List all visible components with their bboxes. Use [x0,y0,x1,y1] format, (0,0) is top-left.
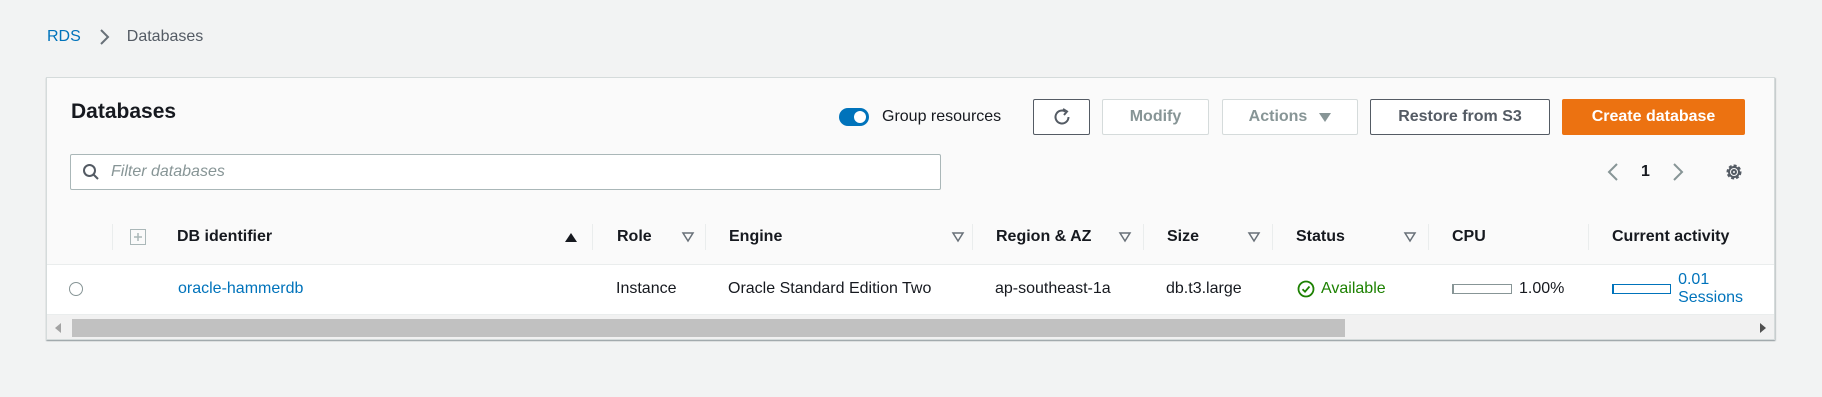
actions-label: Actions [1248,108,1308,125]
column-header-role[interactable]: Role [617,209,707,264]
chevron-right-icon [1673,163,1684,181]
panel-title: Databases [71,100,177,123]
column-label: Current activity [1612,227,1730,245]
column-divider [705,224,706,250]
current-activity-link[interactable]: 0.01 Sessions [1678,271,1774,307]
breadcrumb: RDS Databases [47,28,203,46]
scrollbar-thumb[interactable] [72,319,1345,337]
row-select-radio[interactable] [69,282,83,296]
gear-icon [1726,164,1742,180]
row-select-cell [69,265,99,313]
table-header: DB identifier Role Engine Region & AZ Si… [47,209,1774,265]
panel-header: Databases Group resources Modify Actions… [47,78,1774,210]
scroll-left-arrow-icon[interactable] [55,323,61,333]
db-identifier-link[interactable]: oracle-hammerdb [178,280,303,298]
sort-icon[interactable] [1247,230,1261,244]
breadcrumb-rds-link[interactable]: RDS [47,28,81,46]
sort-icon[interactable] [1403,230,1417,244]
cell-role: Instance [616,280,677,297]
restore-from-s3-button[interactable]: Restore from S3 [1370,99,1550,135]
column-divider [112,224,113,250]
group-resources-toggle[interactable] [839,108,869,126]
caret-down-icon [1319,112,1332,122]
cpu-value: 1.00% [1519,280,1565,297]
next-page-button[interactable] [1667,161,1689,183]
databases-panel: Databases Group resources Modify Actions… [46,77,1775,340]
column-label: Role [617,227,652,245]
cell-status: Available [1297,265,1427,313]
cpu-usage-bar [1452,284,1512,294]
column-divider [1143,224,1144,250]
column-label: Status [1296,227,1345,245]
table-preferences-button[interactable] [1723,161,1745,183]
column-header-db-identifier[interactable]: DB identifier [177,209,590,264]
expand-all-icon[interactable] [130,228,146,245]
column-divider [972,224,973,250]
sort-icon[interactable] [951,230,965,244]
column-divider [1588,224,1589,250]
group-resources-toggle-wrap: Group resources [839,108,1001,126]
cpu-usage-fill [1453,285,1454,293]
column-header-status[interactable]: Status [1296,209,1429,264]
expand-all-cell [130,209,160,264]
column-label: CPU [1452,227,1486,245]
create-database-button[interactable]: Create database [1562,99,1745,135]
search-icon [83,164,99,180]
column-divider [1428,224,1429,250]
column-header-cpu[interactable]: CPU [1452,209,1587,264]
column-divider [592,224,593,250]
cell-cpu: 1.00% [1452,265,1587,313]
status-text: Available [1321,280,1386,297]
column-label: Region & AZ [996,227,1092,245]
rds-databases-page: RDS Databases Databases Group resources … [0,0,1822,397]
previous-page-button[interactable] [1602,161,1624,183]
sort-ascending-icon[interactable] [564,230,578,244]
refresh-icon [1054,108,1069,125]
chevron-right-icon [100,29,110,45]
modify-button[interactable]: Modify [1102,99,1209,135]
refresh-button[interactable] [1033,99,1090,135]
cell-current-activity: 0.01 Sessions [1612,265,1774,313]
pagination: 1 [1602,156,1745,188]
column-label: DB identifier [177,227,273,245]
column-label: Engine [729,227,783,245]
cell-region-az: ap-southeast-1a [995,280,1111,297]
column-divider [1272,224,1273,250]
column-label: Size [1167,227,1200,245]
activity-fill [1613,285,1614,293]
scroll-right-arrow-icon[interactable] [1760,323,1766,333]
check-circle-icon [1297,280,1315,298]
chevron-left-icon [1607,163,1618,181]
sort-icon[interactable] [681,230,695,244]
current-page-number[interactable]: 1 [1641,163,1650,181]
column-header-size[interactable]: Size [1167,209,1273,264]
cell-engine: Oracle Standard Edition Two [728,280,932,297]
cell-size: db.t3.large [1166,280,1242,297]
filter-databases-input[interactable] [109,162,913,182]
column-header-engine[interactable]: Engine [729,209,977,264]
cell-db-identifier: oracle-hammerdb [178,265,578,313]
table-row[interactable]: oracle-hammerdb Instance Oracle Standard… [47,265,1774,313]
horizontal-scrollbar[interactable] [47,314,1774,339]
filter-databases-field[interactable] [70,154,941,190]
actions-button[interactable]: Actions [1222,99,1358,135]
column-header-region-az[interactable]: Region & AZ [996,209,1144,264]
column-header-current-activity[interactable]: Current activity [1612,209,1772,264]
group-resources-label: Group resources [882,108,1002,125]
breadcrumb-current: Databases [126,28,204,45]
activity-bar [1612,284,1672,294]
sort-icon[interactable] [1118,230,1132,244]
